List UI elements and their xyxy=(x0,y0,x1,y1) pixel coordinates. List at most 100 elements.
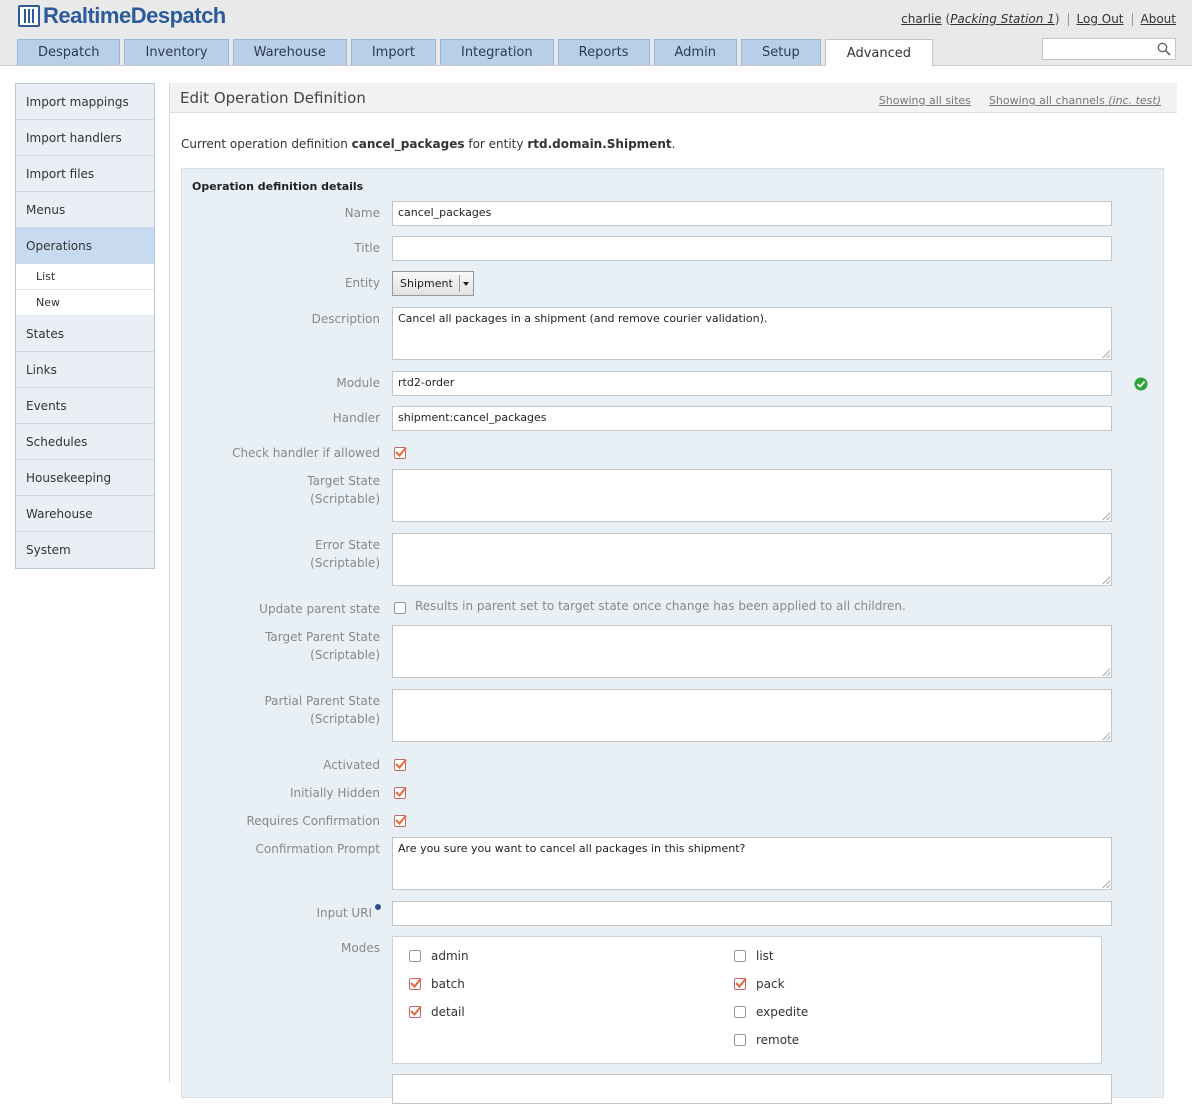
check-handler-checkbox[interactable] xyxy=(394,446,407,459)
checkmark-icon xyxy=(395,786,407,797)
title-input[interactable] xyxy=(392,236,1112,261)
name-label: Name xyxy=(344,206,380,220)
mode-batch-label: batch xyxy=(431,977,465,991)
user-link[interactable]: charlie xyxy=(901,12,942,26)
mode-detail-checkbox[interactable] xyxy=(409,1005,422,1018)
channels-filter-link[interactable]: Showing all channels (inc. test) xyxy=(989,94,1161,107)
checkmark-icon xyxy=(395,446,407,457)
sidebar-item-warehouse[interactable]: Warehouse xyxy=(16,496,154,532)
target-state-textarea[interactable] xyxy=(392,469,1112,522)
confirm-label: Requires Confirmation xyxy=(246,814,381,828)
user-links: charlie ( Packing Station 1 ) Log Out Ab… xyxy=(901,12,1176,26)
tab-reports[interactable]: Reports xyxy=(557,39,650,65)
description-label: Description xyxy=(311,312,380,326)
activated-label: Activated xyxy=(323,758,380,772)
logo-icon xyxy=(18,5,40,27)
sites-filter-link[interactable]: Showing all sites xyxy=(879,94,971,107)
name-input[interactable]: cancel_packages xyxy=(392,201,1112,226)
partial-parent-textarea[interactable] xyxy=(392,689,1112,742)
main-tabs: Despatch Inventory Warehouse Import Inte… xyxy=(17,39,937,66)
logo[interactable]: RealtimeDespatch xyxy=(18,3,226,29)
mode-expedite-checkbox[interactable] xyxy=(734,1006,746,1018)
mode-detail-label: detail xyxy=(431,1005,465,1019)
handler-label: Handler xyxy=(332,411,380,425)
current-definition-text: Current operation definition cancel_pack… xyxy=(181,137,676,151)
sidebar-item-import-mappings[interactable]: Import mappings xyxy=(16,84,154,120)
error-state-label: Error State (Scriptable) xyxy=(310,538,380,570)
sidebar-item-housekeeping[interactable]: Housekeeping xyxy=(16,460,154,496)
tab-despatch[interactable]: Despatch xyxy=(17,39,121,65)
next-field-input[interactable] xyxy=(392,1074,1112,1104)
sidebar-item-menus[interactable]: Menus xyxy=(16,192,154,228)
entity-select[interactable]: Shipment xyxy=(392,271,474,296)
activated-checkbox[interactable] xyxy=(394,758,407,771)
sidebar-item-links[interactable]: Links xyxy=(16,352,154,388)
search-icon[interactable] xyxy=(1157,42,1171,56)
confirm-checkbox[interactable] xyxy=(394,814,407,827)
mode-admin-label: admin xyxy=(431,949,469,963)
sidebar-item-import-files[interactable]: Import files xyxy=(16,156,154,192)
search-box xyxy=(1042,38,1176,60)
separator xyxy=(1131,12,1133,26)
logout-link[interactable]: Log Out xyxy=(1077,12,1124,26)
title-label: Title xyxy=(354,241,380,255)
tab-inventory[interactable]: Inventory xyxy=(124,39,229,65)
module-label: Module xyxy=(336,376,380,390)
mode-expedite-label: expedite xyxy=(756,1005,809,1019)
tab-advanced[interactable]: Advanced xyxy=(824,39,933,66)
sidebar-item-schedules[interactable]: Schedules xyxy=(16,424,154,460)
info-icon[interactable] xyxy=(375,904,381,910)
modes-box: admin batch detail list pack expedite re… xyxy=(392,936,1102,1064)
details-panel: Operation definition details Name cancel… xyxy=(181,168,1164,1104)
tab-import[interactable]: Import xyxy=(350,39,436,65)
target-state-label: Target State (Scriptable) xyxy=(307,474,380,506)
title-bar: Edit Operation Definition Showing all si… xyxy=(170,83,1177,113)
handler-input[interactable]: shipment:cancel_packages xyxy=(392,406,1112,431)
current-entity: rtd.domain.Shipment xyxy=(527,137,672,151)
sidebar-item-events[interactable]: Events xyxy=(16,388,154,424)
sidebar-item-system[interactable]: System xyxy=(16,532,154,568)
tab-setup[interactable]: Setup xyxy=(740,39,821,65)
filters: Showing all sites Showing all channels (… xyxy=(861,94,1161,107)
prompt-label: Confirmation Prompt xyxy=(255,842,381,856)
checkmark-icon xyxy=(410,977,422,988)
description-textarea[interactable]: Cancel all packages in a shipment (and r… xyxy=(392,307,1112,360)
mode-remote-label: remote xyxy=(756,1033,800,1047)
tab-warehouse[interactable]: Warehouse xyxy=(232,39,347,65)
hidden-label: Initially Hidden xyxy=(289,786,380,800)
page-title: Edit Operation Definition xyxy=(180,89,366,107)
mode-pack-label: pack xyxy=(756,977,785,991)
mode-list-checkbox[interactable] xyxy=(734,950,746,962)
about-link[interactable]: About xyxy=(1141,12,1176,26)
entity-label: Entity xyxy=(344,276,380,290)
sidebar-subitem-list[interactable]: List xyxy=(16,264,154,290)
tab-admin[interactable]: Admin xyxy=(653,39,737,65)
modes-label: Modes xyxy=(341,941,380,955)
error-state-textarea[interactable] xyxy=(392,533,1112,586)
update-parent-checkbox[interactable] xyxy=(394,602,406,614)
app-header: RealtimeDespatch charlie ( Packing Stati… xyxy=(0,0,1192,66)
mode-batch-checkbox[interactable] xyxy=(409,977,422,990)
checkmark-icon xyxy=(410,1005,422,1016)
sidebar-item-operations[interactable]: Operations xyxy=(16,228,154,264)
checkmark-icon xyxy=(735,977,747,988)
prompt-textarea[interactable]: Are you sure you want to cancel all pack… xyxy=(392,837,1112,890)
sidebar-subitem-new[interactable]: New xyxy=(16,290,154,316)
sidebar-item-states[interactable]: States xyxy=(16,316,154,352)
mode-remote-checkbox[interactable] xyxy=(734,1034,746,1046)
target-parent-textarea[interactable] xyxy=(392,625,1112,678)
chevron-down-icon xyxy=(458,275,469,292)
hidden-checkbox[interactable] xyxy=(394,786,407,799)
module-input[interactable]: rtd2-order xyxy=(392,371,1148,396)
mode-pack-checkbox[interactable] xyxy=(734,977,747,990)
update-parent-hint: Results in parent set to target state on… xyxy=(415,599,906,613)
tab-integration[interactable]: Integration xyxy=(439,39,554,65)
mode-admin-checkbox[interactable] xyxy=(409,950,421,962)
search-input[interactable] xyxy=(1043,39,1153,59)
input-uri-input[interactable] xyxy=(392,901,1112,926)
input-uri-label: Input URI xyxy=(316,906,372,920)
sidebar-item-import-handlers[interactable]: Import handlers xyxy=(16,120,154,156)
sidebar: Import mappings Import handlers Import f… xyxy=(15,83,155,569)
logo-text: RealtimeDespatch xyxy=(43,3,226,28)
station-link[interactable]: Packing Station 1 xyxy=(950,12,1055,26)
